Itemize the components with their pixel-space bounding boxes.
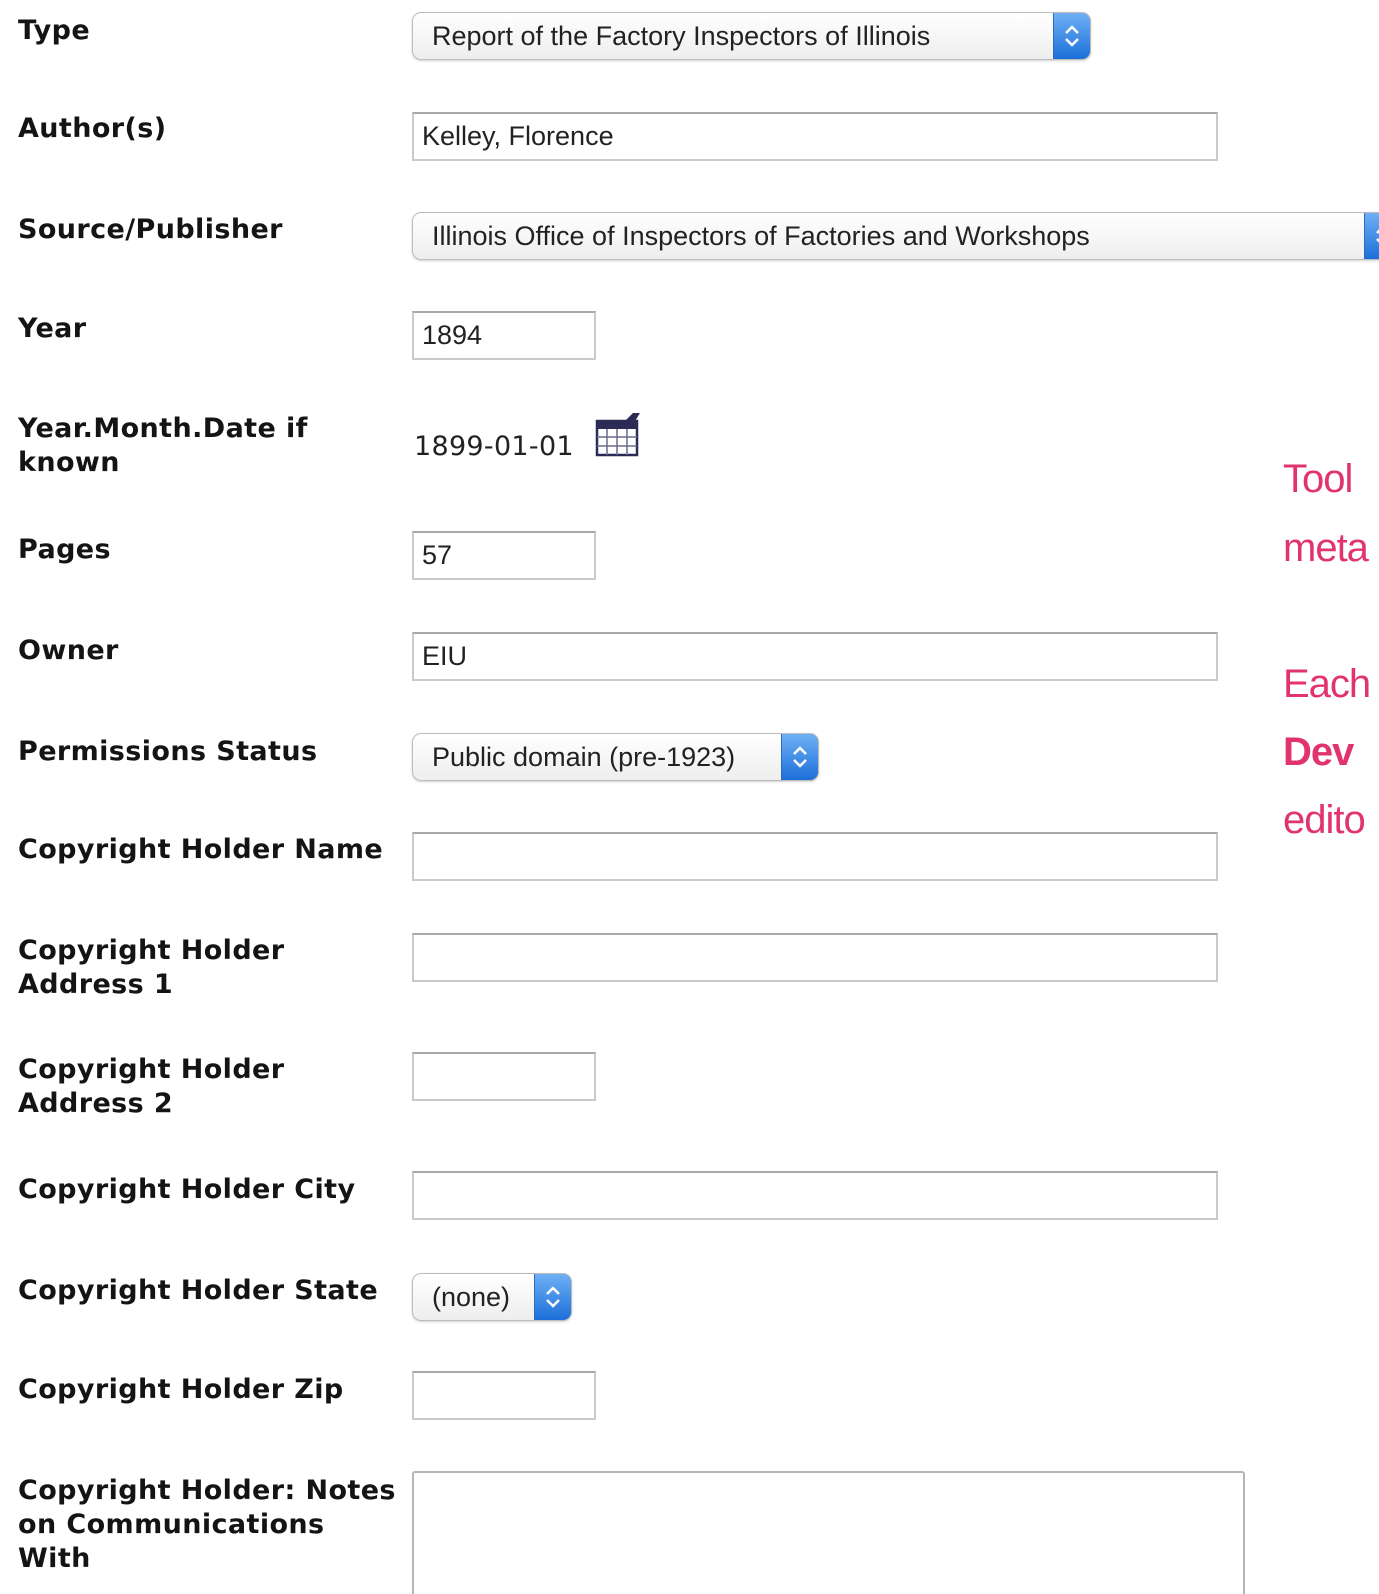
ch-state-select[interactable]: (none) bbox=[412, 1273, 572, 1321]
ch-name-input[interactable] bbox=[412, 832, 1218, 881]
ch-zip-label: Copyright Holder Zip bbox=[18, 1374, 344, 1405]
ch-zip-input[interactable] bbox=[412, 1371, 596, 1420]
ch-addr1-label-line1: Copyright Holder bbox=[18, 935, 285, 966]
source-select-arrows-icon[interactable] bbox=[1364, 213, 1379, 259]
ch-notes-label-line2: on Communications bbox=[18, 1509, 325, 1540]
ch-addr2-label-line2: Address 2 bbox=[18, 1088, 174, 1119]
ch-notes-label-line1: Copyright Holder: Notes bbox=[18, 1475, 396, 1506]
permissions-select[interactable]: Public domain (pre-1923) bbox=[412, 733, 819, 781]
ch-state-label: Copyright Holder State bbox=[18, 1275, 379, 1306]
date-value: 1899-01-01 bbox=[414, 431, 574, 462]
side-note-line5: edito bbox=[1283, 798, 1366, 842]
permissions-label: Permissions Status bbox=[18, 736, 318, 767]
ch-addr1-label: Copyright Holder Address 1 bbox=[18, 934, 284, 1002]
year-input[interactable]: 1894 bbox=[412, 311, 596, 360]
side-note-line4: Dev bbox=[1283, 730, 1354, 774]
ch-addr1-input[interactable] bbox=[412, 933, 1218, 982]
type-select-value: Report of the Factory Inspectors of Illi… bbox=[432, 21, 931, 51]
owner-input[interactable]: EIU bbox=[412, 632, 1218, 681]
side-note-line2: meta bbox=[1283, 526, 1369, 570]
date-label: Year.Month.Date if known bbox=[18, 412, 308, 480]
owner-label: Owner bbox=[18, 635, 119, 666]
source-select[interactable]: Illinois Office of Inspectors of Factori… bbox=[412, 212, 1379, 260]
source-label: Source/Publisher bbox=[18, 214, 283, 245]
ch-addr2-label: Copyright Holder Address 2 bbox=[18, 1053, 284, 1121]
permissions-select-arrows-icon[interactable] bbox=[781, 734, 818, 780]
ch-city-label: Copyright Holder City bbox=[18, 1174, 356, 1205]
authors-input[interactable]: Kelley, Florence bbox=[412, 112, 1218, 161]
ch-state-select-value: (none) bbox=[432, 1282, 511, 1312]
ch-notes-textarea[interactable] bbox=[412, 1471, 1245, 1594]
pages-label: Pages bbox=[18, 534, 111, 565]
side-note-line3: Each bbox=[1283, 662, 1371, 706]
ch-notes-label: Copyright Holder: Notes on Communication… bbox=[18, 1474, 396, 1576]
type-select[interactable]: Report of the Factory Inspectors of Illi… bbox=[412, 12, 1091, 60]
ch-addr1-label-line2: Address 1 bbox=[18, 969, 174, 1000]
permissions-select-value: Public domain (pre-1923) bbox=[432, 742, 736, 772]
ch-addr2-input[interactable] bbox=[412, 1052, 596, 1101]
pages-input[interactable]: 57 bbox=[412, 531, 596, 580]
ch-name-label: Copyright Holder Name bbox=[18, 834, 384, 865]
authors-label: Author(s) bbox=[18, 113, 167, 144]
calendar-icon[interactable] bbox=[595, 412, 641, 462]
source-select-value: Illinois Office of Inspectors of Factori… bbox=[432, 221, 1090, 251]
type-select-arrows-icon[interactable] bbox=[1053, 13, 1090, 59]
type-label: Type bbox=[18, 15, 91, 46]
year-label: Year bbox=[18, 313, 87, 344]
ch-state-select-arrows-icon[interactable] bbox=[534, 1274, 571, 1320]
ch-city-input[interactable] bbox=[412, 1171, 1218, 1220]
side-note-line1: Tool bbox=[1283, 457, 1353, 501]
ch-addr2-label-line1: Copyright Holder bbox=[18, 1054, 285, 1085]
ch-notes-label-line3: With bbox=[18, 1543, 91, 1574]
date-label-line2: known bbox=[18, 447, 120, 478]
date-label-line1: Year.Month.Date if bbox=[18, 413, 308, 444]
